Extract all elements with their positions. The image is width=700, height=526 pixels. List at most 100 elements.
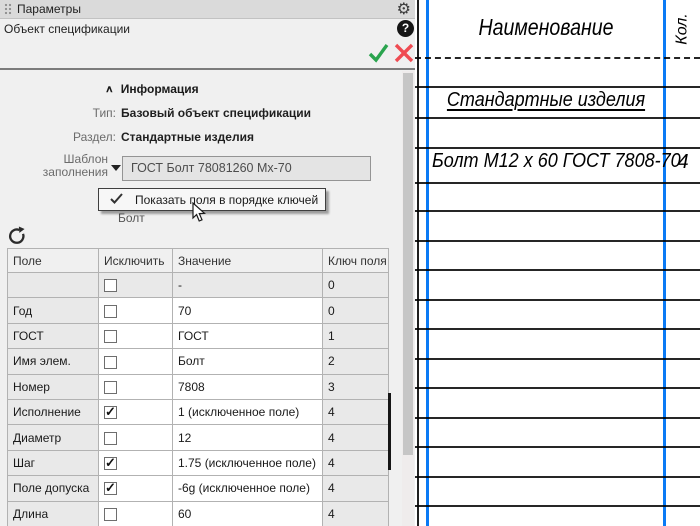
section-divider <box>0 68 415 70</box>
spec-item-name[interactable]: Болт М12 х 60 ГОСТ 7808-70 <box>432 149 681 173</box>
template-label: Шаблон заполнения <box>38 153 108 179</box>
key-cell: 0 <box>323 273 389 298</box>
spec-row-line <box>415 269 700 271</box>
spec-item-qty[interactable]: 4 <box>666 151 700 174</box>
exclude-checkbox[interactable] <box>104 356 117 369</box>
exclude-checkbox[interactable] <box>104 406 117 419</box>
section-label: Раздел: <box>0 130 116 144</box>
spec-row-line <box>415 505 700 507</box>
spec-row-line <box>415 86 700 88</box>
menu-check-icon <box>110 191 124 209</box>
exclude-checkbox[interactable] <box>104 508 117 521</box>
application-window: Параметры ⚙ Объект спецификации ? ∧Инфор… <box>0 0 700 526</box>
spec-col-header-qty-wrap: Кол. <box>666 0 700 57</box>
spec-row-line <box>415 328 700 330</box>
parameters-panel: Параметры ⚙ Объект спецификации ? ∧Инфор… <box>0 0 415 526</box>
value-cell[interactable]: - <box>173 273 323 298</box>
refresh-button[interactable] <box>7 226 26 245</box>
key-cell: 1 <box>323 323 389 348</box>
exclude-cell <box>99 501 173 526</box>
field-name-cell[interactable]: Диаметр <box>8 425 99 450</box>
exclude-cell <box>99 450 173 475</box>
tree-item-bolt[interactable]: Болт <box>118 211 145 225</box>
value-cell[interactable]: 70 <box>173 298 323 323</box>
field-name-cell[interactable] <box>8 273 99 298</box>
field-name-cell[interactable]: Шаг <box>8 450 99 475</box>
field-name-cell[interactable]: Имя элем. <box>8 349 99 374</box>
field-name-cell[interactable]: ГОСТ <box>8 323 99 348</box>
exclude-cell <box>99 476 173 501</box>
spec-row-line <box>415 417 700 419</box>
mouse-cursor-icon <box>192 202 207 228</box>
exclude-checkbox[interactable] <box>104 330 117 343</box>
spec-row-line <box>415 387 700 389</box>
close-icon <box>393 42 415 64</box>
table-row: Длина 60 4 <box>8 501 389 526</box>
cancel-button[interactable] <box>393 42 415 64</box>
field-name-cell[interactable]: Длина <box>8 501 99 526</box>
section-value: Стандартные изделия <box>121 130 254 144</box>
table-scroll-indicator[interactable] <box>388 393 391 470</box>
value-cell[interactable]: 12 <box>173 425 323 450</box>
key-cell: 3 <box>323 374 389 399</box>
col-header-exclude[interactable]: Исключить <box>99 249 173 273</box>
key-cell: 4 <box>323 450 389 475</box>
table-row: Номер 7808 3 <box>8 374 389 399</box>
exclude-checkbox[interactable] <box>104 381 117 394</box>
value-cell[interactable]: 1.75 (исключенное поле) <box>173 450 323 475</box>
field-name-cell[interactable]: Номер <box>8 374 99 399</box>
value-cell[interactable]: Болт <box>173 349 323 374</box>
chevron-down-icon[interactable] <box>111 165 121 171</box>
key-cell: 0 <box>323 298 389 323</box>
spec-row-line <box>415 240 700 242</box>
menu-item-show-fields-by-keys[interactable]: Показать поля в порядке ключей <box>135 193 318 207</box>
info-section-label: Информация <box>121 82 199 96</box>
spec-row-line <box>415 210 700 212</box>
fields-table-body: - 0 Год 70 0 ГОСТ ГОСТ 1 Имя элем. Болт <box>8 273 389 526</box>
table-row: Шаг 1.75 (исключенное поле) 4 <box>8 450 389 475</box>
exclude-checkbox[interactable] <box>104 482 117 495</box>
exclude-cell <box>99 273 173 298</box>
fields-table-header-row: Поле Исключить Значение Ключ поля <box>8 249 389 273</box>
table-row: Диаметр 12 4 <box>8 425 389 450</box>
chevron-up-icon: ∧ <box>105 83 114 94</box>
exclude-checkbox[interactable] <box>104 305 117 318</box>
context-menu: Показать поля в порядке ключей <box>98 188 326 211</box>
spec-section-title[interactable]: Стандартные изделия <box>441 89 652 112</box>
confirm-button[interactable] <box>367 42 390 64</box>
spec-col-header-name: Наименование <box>447 14 646 41</box>
field-name-cell[interactable]: Поле допуска <box>8 476 99 501</box>
value-cell[interactable]: 60 <box>173 501 323 526</box>
col-header-value[interactable]: Значение <box>173 249 323 273</box>
value-cell[interactable]: -6g (исключенное поле) <box>173 476 323 501</box>
panel-titlebar[interactable]: Параметры ⚙ <box>0 0 415 19</box>
check-icon <box>367 42 390 64</box>
spec-row-line <box>415 476 700 478</box>
specification-sheet[interactable]: Наименование Кол. Стандартные изделия Бо… <box>415 0 700 526</box>
exclude-checkbox[interactable] <box>104 432 117 445</box>
exclude-checkbox[interactable] <box>104 279 117 292</box>
spec-header-dashed-line <box>415 57 700 59</box>
field-name-cell[interactable]: Исполнение <box>8 399 99 424</box>
panel-scrollbar-thumb[interactable] <box>403 73 413 455</box>
spec-col-header-qty: Кол. <box>674 13 692 44</box>
exclude-cell <box>99 374 173 399</box>
col-header-field[interactable]: Поле <box>8 249 99 273</box>
info-section-header[interactable]: ∧ Информация <box>105 82 199 96</box>
value-cell[interactable]: ГОСТ <box>173 323 323 348</box>
gear-icon[interactable]: ⚙ <box>397 0 411 19</box>
key-cell: 4 <box>323 476 389 501</box>
table-row: ГОСТ ГОСТ 1 <box>8 323 389 348</box>
value-cell[interactable]: 1 (исключенное поле) <box>173 399 323 424</box>
exclude-cell <box>99 298 173 323</box>
table-row: Имя элем. Болт 2 <box>8 349 389 374</box>
field-name-cell[interactable]: Год <box>8 298 99 323</box>
col-header-key[interactable]: Ключ поля <box>323 249 389 273</box>
exclude-checkbox[interactable] <box>104 457 117 470</box>
value-cell[interactable]: 7808 <box>173 374 323 399</box>
drag-grip-icon[interactable] <box>4 3 12 16</box>
spec-row-line <box>415 446 700 448</box>
help-icon[interactable]: ? <box>397 20 414 37</box>
key-cell: 2 <box>323 349 389 374</box>
template-input[interactable]: ГОСТ Болт 78081260 Мх-70 <box>122 156 371 181</box>
